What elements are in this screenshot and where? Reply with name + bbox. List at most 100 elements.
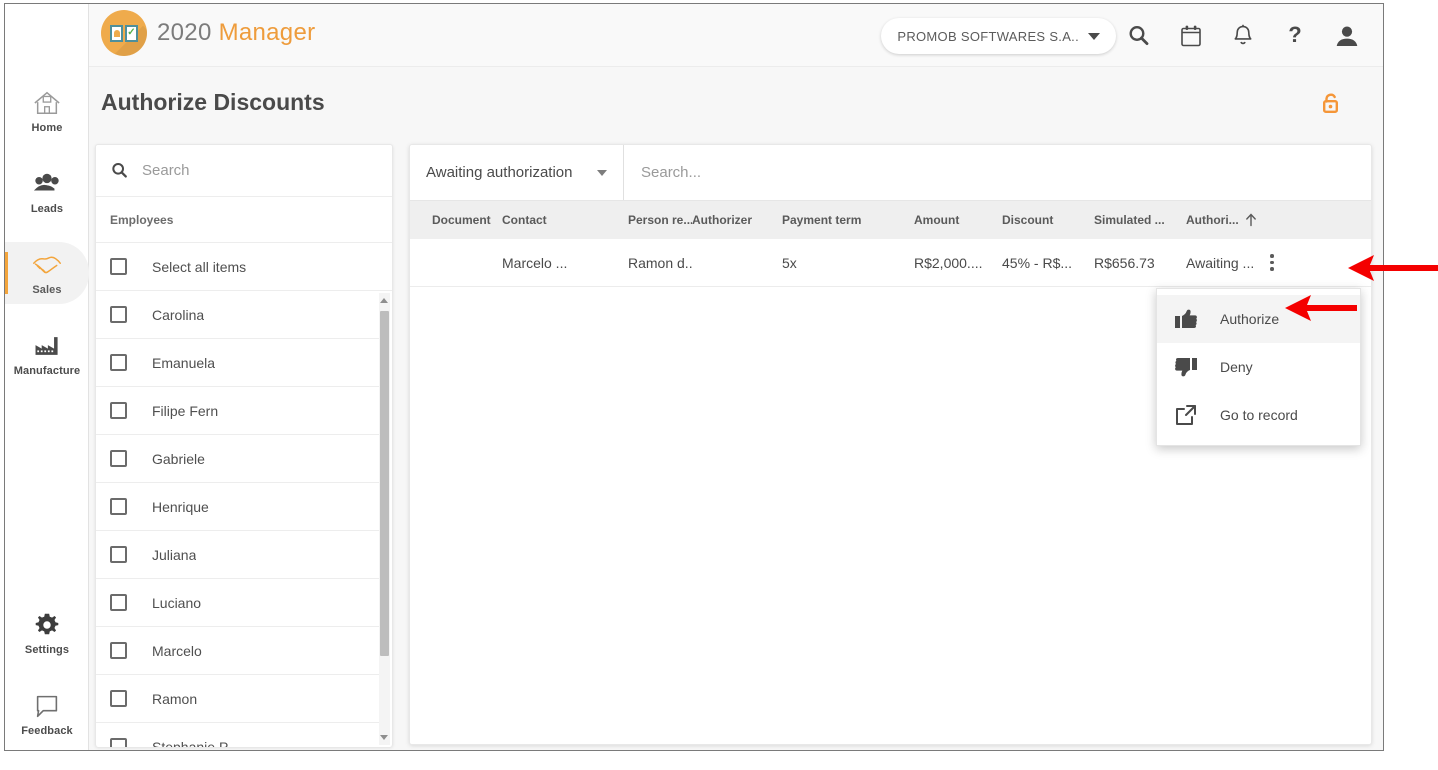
- list-item[interactable]: Gabriele: [96, 435, 379, 483]
- sidebar-item-home[interactable]: Home: [5, 80, 89, 142]
- column-header-payment-term[interactable]: Payment term: [782, 213, 914, 227]
- table-search-input[interactable]: Search...: [624, 145, 1371, 200]
- cell-authorization-status: Awaiting ...: [1186, 254, 1255, 271]
- employee-checkbox[interactable]: [110, 402, 127, 419]
- sidebar-item-sales[interactable]: Sales: [5, 242, 89, 304]
- help-icon[interactable]: ?: [1279, 20, 1311, 52]
- bell-icon[interactable]: [1227, 20, 1259, 52]
- chevron-down-icon: [597, 169, 607, 176]
- sort-asc-arrow-icon: [1245, 213, 1256, 227]
- page-header: Authorize Discounts: [89, 67, 1383, 140]
- list-item[interactable]: Stephanie P: [96, 723, 379, 747]
- employee-name: Luciano: [152, 594, 202, 611]
- list-item[interactable]: Ramon: [96, 675, 379, 723]
- search-icon: [112, 162, 127, 178]
- employee-name: Marcelo: [152, 642, 202, 659]
- column-header-discount[interactable]: Discount: [1002, 213, 1094, 227]
- list-item[interactable]: Emanuela: [96, 339, 379, 387]
- factory-icon: [35, 336, 58, 355]
- employee-search-placeholder: Search: [142, 162, 190, 179]
- cell-person-responsible: Ramon d...: [628, 254, 692, 271]
- employee-name: Carolina: [152, 306, 205, 323]
- calendar-icon[interactable]: [1175, 20, 1207, 52]
- gear-icon: [35, 613, 59, 634]
- organization-selector[interactable]: PROMOB SOFTWARES S.A..: [881, 18, 1116, 54]
- employee-checkbox[interactable]: [110, 594, 127, 611]
- sidebar-nav: Home Leads Sales Manufacture Settings Fe…: [5, 4, 89, 750]
- svg-text:?: ?: [1288, 23, 1301, 47]
- sidebar-item-label-sales: Sales: [32, 283, 62, 296]
- employee-checkbox[interactable]: [110, 450, 127, 467]
- sidebar-item-label-feedback: Feedback: [21, 724, 73, 737]
- table-header-row: Document Contact Person re... Authorizer…: [410, 200, 1371, 239]
- employee-checkbox[interactable]: [110, 546, 127, 563]
- employee-search-input[interactable]: Search: [96, 145, 392, 197]
- context-menu-label-go-to-record: Go to record: [1220, 407, 1298, 423]
- app-window: Home Leads Sales Manufacture Settings Fe…: [4, 3, 1384, 751]
- status-filter-dropdown[interactable]: Awaiting authorization: [410, 145, 624, 200]
- employee-name: Juliana: [152, 546, 197, 563]
- sidebar-item-label-home: Home: [31, 121, 63, 134]
- context-menu-item-deny[interactable]: Deny: [1157, 343, 1360, 391]
- app-logo[interactable]: ✓ 2020 Manager: [101, 10, 315, 56]
- employee-checkbox[interactable]: [110, 498, 127, 515]
- context-menu-label-authorize: Authorize: [1220, 311, 1280, 327]
- column-header-amount[interactable]: Amount: [914, 213, 1002, 227]
- thumbs-up-icon: [1175, 309, 1197, 328]
- employee-name: Henrique: [152, 498, 209, 515]
- logo-card-person-icon: [110, 24, 123, 42]
- employee-checkbox[interactable]: [110, 690, 127, 707]
- column-header-authorizer[interactable]: Authorizer: [692, 213, 782, 227]
- list-item[interactable]: Henrique: [96, 483, 379, 531]
- employee-name: Emanuela: [152, 354, 216, 371]
- scrollbar-thumb[interactable]: [380, 311, 389, 656]
- table-filter-bar: Awaiting authorization Search...: [410, 145, 1371, 200]
- employees-scroll-area[interactable]: Carolina Emanuela Filipe Fern Gabriele H…: [96, 291, 392, 747]
- sidebar-item-settings[interactable]: Settings: [5, 602, 89, 664]
- list-item[interactable]: Luciano: [96, 579, 379, 627]
- employee-name: Ramon: [152, 690, 198, 707]
- scroll-up-arrow-icon[interactable]: [380, 298, 388, 303]
- kebab-menu-icon[interactable]: [1260, 254, 1284, 271]
- column-header-authorization[interactable]: Authori...: [1186, 213, 1272, 227]
- employees-scrollbar[interactable]: [379, 293, 390, 745]
- unlock-icon[interactable]: [1317, 90, 1345, 118]
- cell-simulated: R$656.73: [1094, 254, 1155, 271]
- employee-name: Stephanie P: [152, 738, 229, 748]
- logo-text: 2020 Manager: [157, 19, 315, 47]
- user-avatar-icon[interactable]: [1331, 20, 1363, 52]
- employee-checkbox[interactable]: [110, 738, 127, 747]
- employee-name: Filipe Fern: [152, 402, 219, 419]
- logo-text-manager: Manager: [218, 19, 316, 46]
- list-item[interactable]: Marcelo: [96, 627, 379, 675]
- sidebar-item-manufacture[interactable]: Manufacture: [5, 323, 89, 385]
- employee-name: Gabriele: [152, 450, 205, 467]
- sidebar-item-label-settings: Settings: [24, 643, 70, 656]
- sidebar-item-feedback[interactable]: Feedback: [5, 683, 89, 745]
- table-row[interactable]: Marcelo ... Ramon d... 5x R$2,000.... 45…: [410, 239, 1371, 287]
- context-menu-item-go-to-record[interactable]: Go to record: [1157, 391, 1360, 439]
- arrow-to-authorize: [1285, 294, 1357, 322]
- employee-checkbox[interactable]: [110, 306, 127, 323]
- column-header-contact[interactable]: Contact: [502, 213, 628, 227]
- column-header-simulated[interactable]: Simulated ...: [1094, 213, 1186, 227]
- logo-text-2020: 2020: [157, 19, 212, 46]
- employee-checkbox[interactable]: [110, 642, 127, 659]
- employees-group-header: Employees: [96, 197, 392, 243]
- column-header-person-responsible[interactable]: Person re...: [628, 213, 692, 227]
- cell-contact: Marcelo ...: [502, 254, 568, 271]
- list-item[interactable]: Juliana: [96, 531, 379, 579]
- list-item[interactable]: Carolina: [96, 291, 379, 339]
- select-all-items-row[interactable]: Select all items: [96, 243, 392, 291]
- select-all-checkbox[interactable]: [110, 258, 127, 275]
- employee-checkbox[interactable]: [110, 354, 127, 371]
- search-icon[interactable]: [1123, 20, 1155, 52]
- chevron-down-icon: [1088, 32, 1100, 40]
- scroll-down-arrow-icon[interactable]: [380, 735, 388, 740]
- discounts-table-panel: Awaiting authorization Search... Documen…: [409, 144, 1372, 745]
- sidebar-item-leads[interactable]: Leads: [5, 161, 89, 223]
- top-bar: ✓ 2020 Manager PROMOB SOFTWARES S.A.. ?: [89, 4, 1383, 67]
- list-item[interactable]: Filipe Fern: [96, 387, 379, 435]
- status-filter-value: Awaiting authorization: [426, 164, 573, 181]
- column-header-document[interactable]: Document: [410, 213, 502, 227]
